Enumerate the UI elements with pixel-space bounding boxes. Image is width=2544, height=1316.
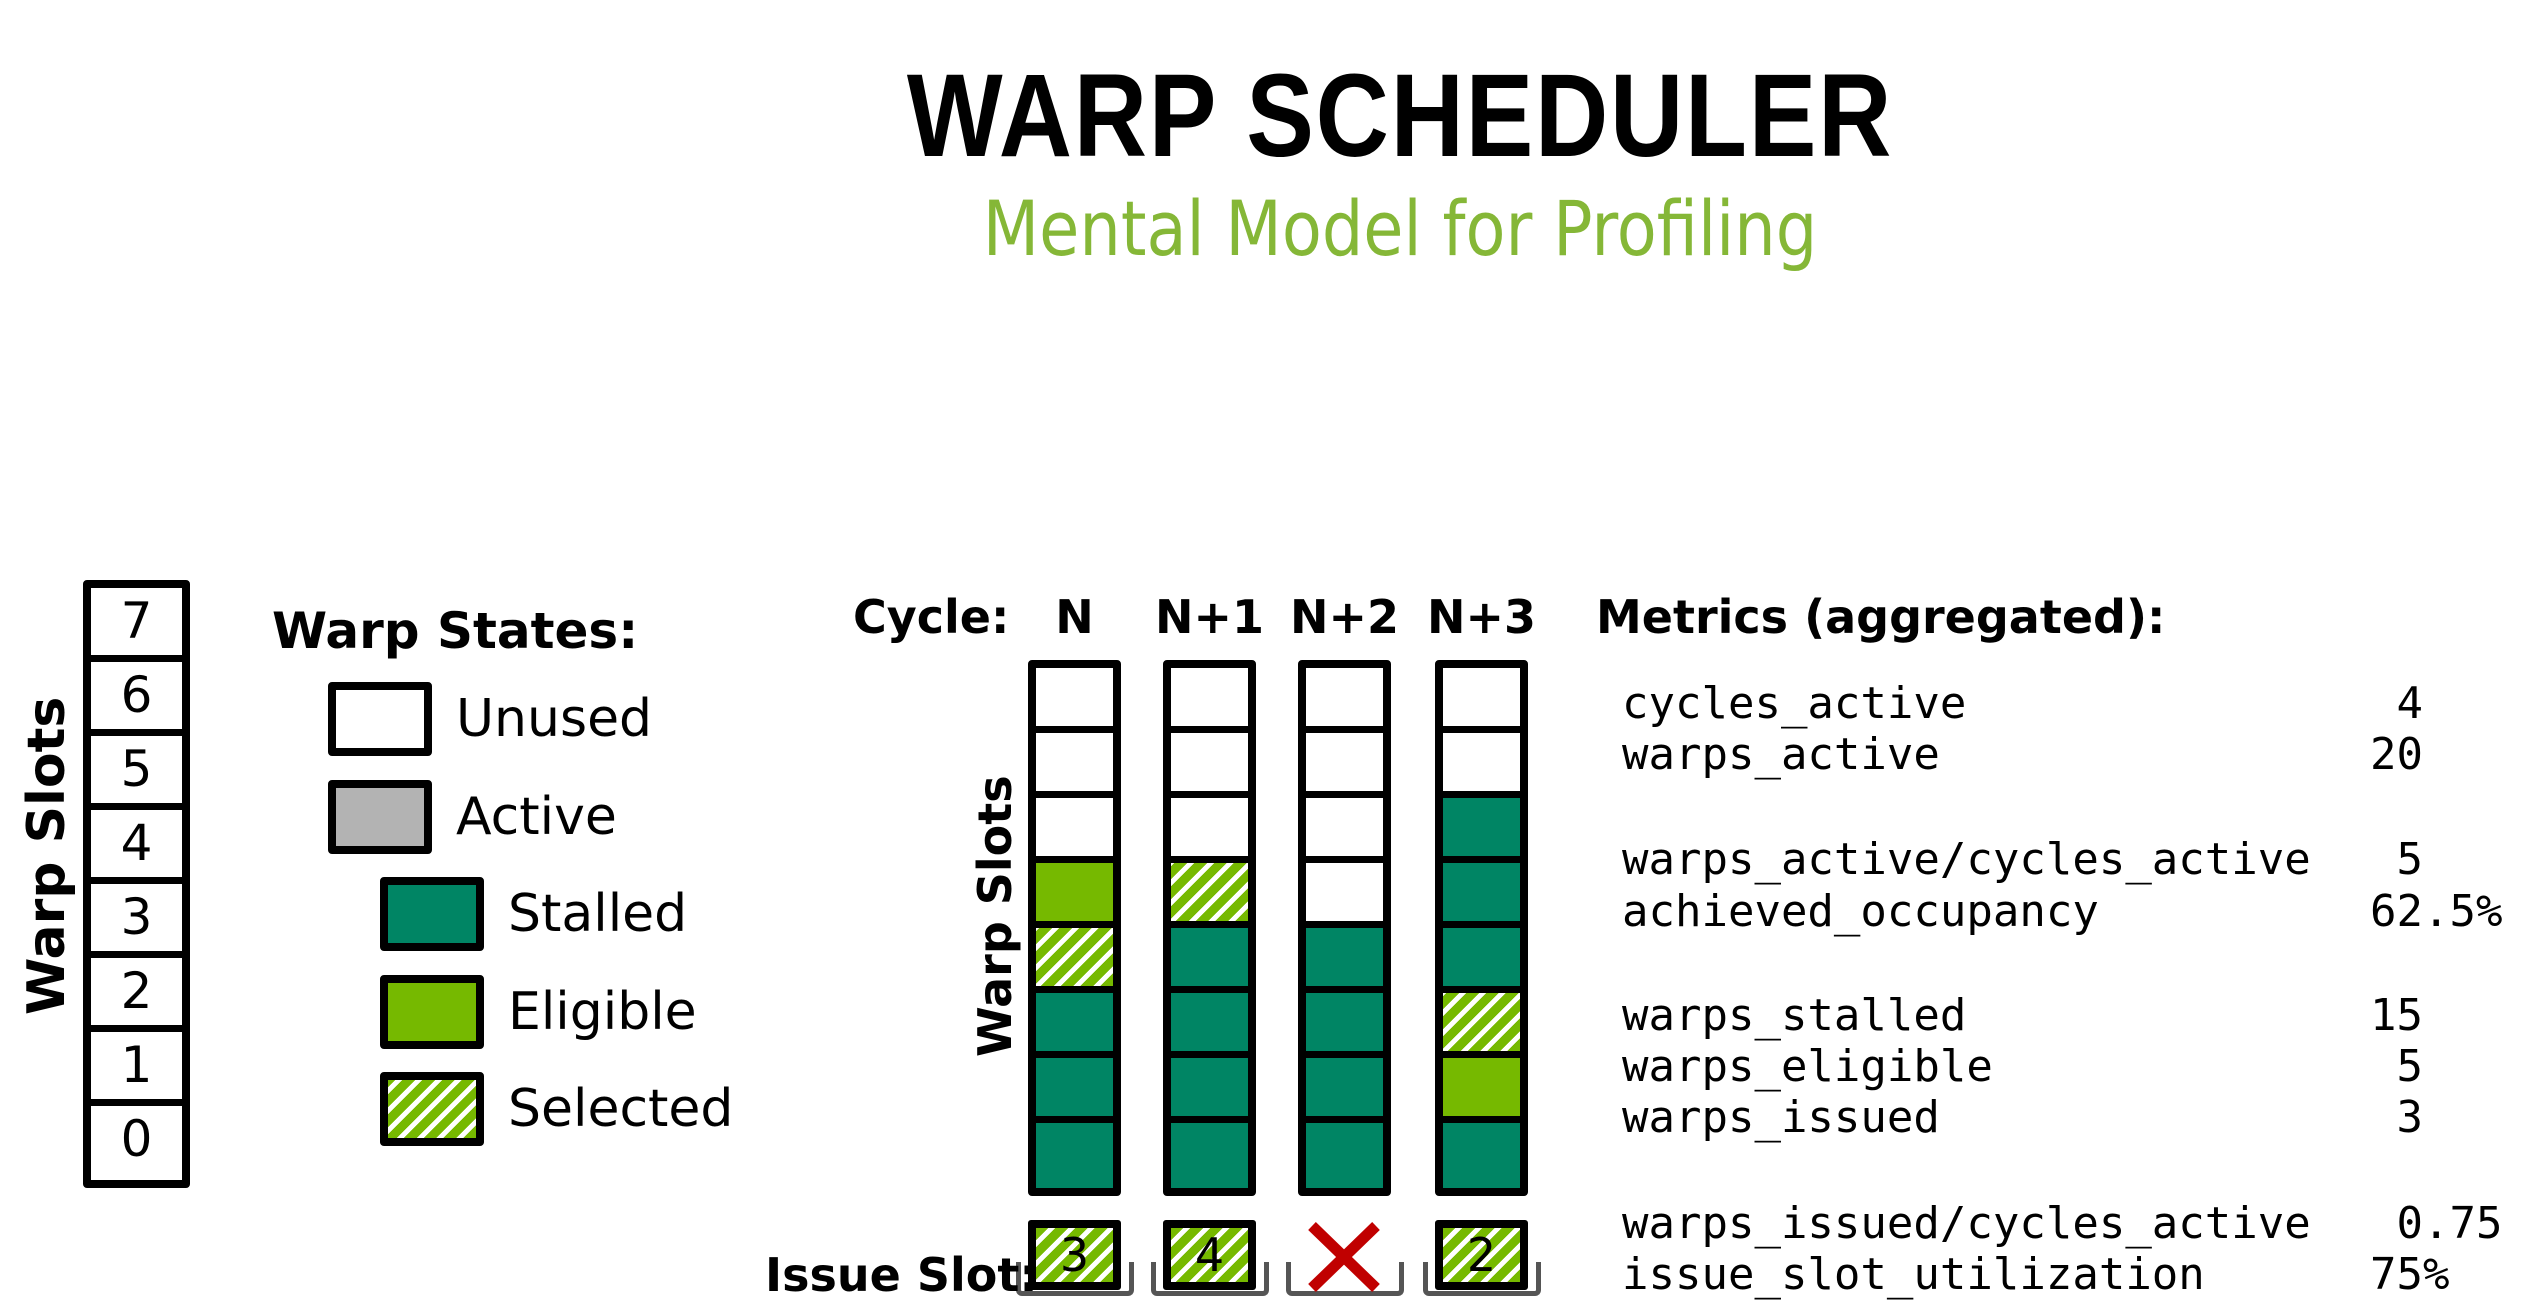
metric-name: warps_stalled xyxy=(1622,990,1967,1041)
warp-slot-stalled xyxy=(1171,1123,1248,1188)
warp-slot-unused xyxy=(1171,733,1248,798)
metric-value: 0.75 xyxy=(2370,1198,2503,1249)
warp-slot-stalled xyxy=(1171,928,1248,993)
warp-slot-stalled xyxy=(1443,928,1520,993)
warp-slot-selected xyxy=(1036,928,1113,993)
metric-value: 75% xyxy=(2370,1249,2450,1300)
warp-slot-unused xyxy=(1306,668,1383,733)
warp-slot-index: 2 xyxy=(91,958,182,1032)
legend-title: Warp States: xyxy=(272,602,639,660)
legend-swatch-selected xyxy=(380,1072,484,1146)
legend-item-unused: Unused xyxy=(328,682,652,756)
cycle-header: N+3 xyxy=(1426,590,1537,644)
legend-swatch-active xyxy=(328,780,432,854)
legend-item-active: Active xyxy=(328,780,617,854)
metric-value: 62.5% xyxy=(2370,886,2503,937)
warp-slot-index: 3 xyxy=(91,884,182,958)
warp-slot-index: 0 xyxy=(120,1110,153,1168)
warp-slot-stalled xyxy=(1036,1123,1113,1188)
grid-warp-slots-axis-label: Warp Slots xyxy=(968,775,1022,1057)
warp-slot-stalled xyxy=(1306,928,1383,993)
legend-label: Eligible xyxy=(508,982,697,1042)
warp-slot-index: 7 xyxy=(91,588,182,662)
warp-slot-selected xyxy=(1443,993,1520,1058)
warp-slot-stalled xyxy=(1443,798,1520,863)
legend-label: Stalled xyxy=(508,884,688,944)
warp-slot-index-column: 76543210 xyxy=(83,580,190,1188)
cycle-column xyxy=(1435,660,1528,1196)
warp-slot-stalled xyxy=(1306,993,1383,1058)
legend-swatch-unused xyxy=(328,682,432,756)
warp-slot-unused xyxy=(1443,668,1520,733)
warp-slot-stalled xyxy=(1171,1058,1248,1123)
cycle-column xyxy=(1298,660,1391,1196)
legend-item-stalled: Stalled xyxy=(380,877,687,951)
warp-slot-unused xyxy=(1036,733,1113,798)
cycle-header: N+1 xyxy=(1154,590,1265,644)
metric-name: issue_slot_utilization xyxy=(1622,1249,2205,1300)
metric-name: cycles_active xyxy=(1622,678,1967,729)
legend-swatch-eligible xyxy=(380,975,484,1049)
page-title: WARP SCHEDULER xyxy=(906,50,1894,182)
legend-label: Unused xyxy=(456,689,653,749)
warp-slot-stalled xyxy=(1443,863,1520,928)
metrics-title: Metrics (aggregated): xyxy=(1596,590,2166,644)
metric-value: 20 xyxy=(2370,729,2423,780)
warp-slot-stalled xyxy=(1443,1123,1520,1188)
metric-name: warps_issued xyxy=(1622,1092,1940,1143)
metric-name: warps_eligible xyxy=(1622,1041,1993,1092)
metric-name: warps_active/cycles_active xyxy=(1622,834,2311,885)
legend-item-eligible: Eligible xyxy=(380,975,697,1049)
metric-value: 15 xyxy=(2370,990,2423,1041)
cycle-header: N xyxy=(1055,590,1094,644)
legend-swatch-stalled xyxy=(380,877,484,951)
warp-slot-index: 6 xyxy=(91,662,182,736)
warp-slot-stalled xyxy=(1036,993,1113,1058)
warp-slot-unused xyxy=(1171,798,1248,863)
warp-slot-unused xyxy=(1036,798,1113,863)
legend-label: Active xyxy=(456,787,617,847)
warp-slot-stalled xyxy=(1171,993,1248,1058)
warp-slot-unused xyxy=(1306,733,1383,798)
warp-slot-index: 4 xyxy=(91,810,182,884)
metric-name: warps_active xyxy=(1622,729,1940,780)
issued-warp: 2 xyxy=(1435,1220,1528,1290)
warp-slot-unused xyxy=(1443,733,1520,798)
warp-slot-stalled xyxy=(1036,1058,1113,1123)
metric-value: 4 xyxy=(2370,678,2423,729)
issued-warp: 4 xyxy=(1163,1220,1256,1290)
warp-slot-unused xyxy=(1306,863,1383,928)
cycle-column xyxy=(1028,660,1121,1196)
no-issue-x-icon xyxy=(1308,1222,1380,1292)
cycle-column xyxy=(1163,660,1256,1196)
warp-slot-index: 5 xyxy=(91,736,182,810)
page-subtitle: Mental Model for Profiling xyxy=(982,184,1818,273)
warp-slot-unused xyxy=(1036,668,1113,733)
legend-label: Selected xyxy=(508,1079,734,1139)
metric-value: 3 xyxy=(2370,1092,2423,1143)
cycle-label: Cycle: xyxy=(853,590,1010,644)
warp-slot-eligible xyxy=(1036,863,1113,928)
warp-slot-unused xyxy=(1171,668,1248,733)
warp-slot-eligible xyxy=(1443,1058,1520,1123)
metric-name: warps_issued/cycles_active xyxy=(1622,1198,2311,1249)
warp-slot-unused xyxy=(1306,798,1383,863)
warp-slot-stalled xyxy=(1306,1123,1383,1188)
metric-name: achieved_occupancy xyxy=(1622,886,2099,937)
metric-value: 5 xyxy=(2370,1041,2423,1092)
warp-slot-stalled xyxy=(1306,1058,1383,1123)
warp-slot-selected xyxy=(1171,863,1248,928)
issued-warp: 3 xyxy=(1028,1220,1121,1290)
issue-slot-label: Issue Slot: xyxy=(765,1248,1038,1302)
warp-slots-axis-label: Warp Slots xyxy=(17,696,77,1015)
legend-item-selected: Selected xyxy=(380,1072,733,1146)
metric-value: 5 xyxy=(2370,834,2423,885)
cycle-header: N+2 xyxy=(1289,590,1400,644)
warp-slot-index: 1 xyxy=(91,1032,182,1106)
